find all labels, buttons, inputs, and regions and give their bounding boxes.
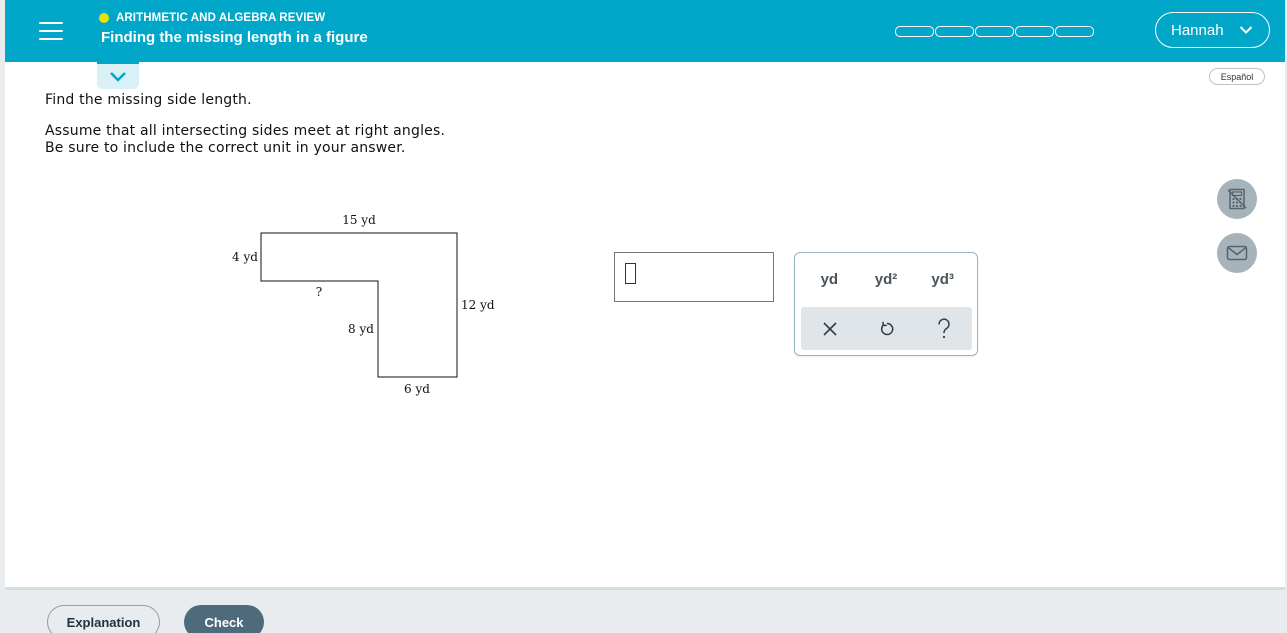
chevron-down-icon (110, 72, 126, 82)
menu-icon-line (39, 22, 63, 24)
label-right-side: 12 yd (461, 298, 495, 312)
label-top-side: 15 yd (342, 213, 376, 227)
chevron-down-icon (1239, 26, 1253, 34)
answer-input[interactable] (614, 252, 774, 302)
message-button[interactable] (1217, 233, 1257, 273)
instructions: Find the missing side length. Assume tha… (45, 92, 445, 157)
calculator-button[interactable] (1217, 179, 1257, 219)
label-left-side: 4 yd (232, 250, 258, 264)
mail-icon (1226, 245, 1248, 261)
user-name: Hannah (1171, 21, 1224, 39)
progress-segment (895, 26, 934, 37)
unit-keys: yd yd² yd³ (795, 253, 977, 305)
label-inner-side: 8 yd (348, 322, 374, 336)
clear-icon (822, 321, 837, 336)
menu-icon-line (39, 38, 63, 40)
help-icon (937, 317, 950, 338)
undo-button[interactable] (867, 314, 907, 344)
unit-yd-button[interactable]: yd (804, 271, 854, 288)
progress-segment (1055, 26, 1094, 37)
explanation-button[interactable]: Explanation (47, 605, 160, 633)
top-bar: ARITHMETIC AND ALGEBRA REVIEW Finding th… (5, 0, 1285, 62)
menu-button[interactable] (27, 12, 73, 50)
language-toggle[interactable]: Español (1209, 68, 1265, 85)
topic-status-dot-icon (99, 13, 109, 23)
progress-segment (975, 26, 1014, 37)
instruction-line: Find the missing side length. (45, 92, 252, 108)
check-button[interactable]: Check (184, 605, 264, 633)
instruction-line: Be sure to include the correct unit in y… (45, 140, 406, 156)
unit-keypad: yd yd² yd³ (794, 252, 978, 356)
unit-yd3-button[interactable]: yd³ (918, 271, 968, 288)
footer-bar: Explanation Check (5, 587, 1285, 633)
clear-button[interactable] (810, 314, 850, 344)
topic-text: ARITHMETIC AND ALGEBRA REVIEW (116, 12, 326, 24)
app-frame: ARITHMETIC AND ALGEBRA REVIEW Finding th… (0, 0, 1287, 633)
progress-segment (1015, 26, 1054, 37)
user-menu-button[interactable]: Hannah (1155, 12, 1270, 48)
undo-icon (880, 321, 893, 335)
l-shape-figure: 15 yd 4 yd ? 8 yd 12 yd 6 yd (232, 213, 495, 396)
progress-bar (895, 26, 1094, 37)
input-cursor-placeholder (625, 263, 636, 284)
keypad-actions (801, 307, 972, 350)
label-bottom-side: 6 yd (404, 382, 430, 396)
lesson-title: Finding the missing length in a figure (101, 29, 368, 46)
progress-segment (935, 26, 974, 37)
question-panel: Español Find the missing side length. As… (5, 62, 1285, 587)
help-button[interactable] (924, 314, 964, 344)
unit-yd2-button[interactable]: yd² (861, 271, 911, 288)
collapse-header-button[interactable] (97, 62, 139, 89)
menu-icon-line (39, 30, 63, 32)
label-missing-side: ? (316, 285, 322, 299)
instruction-line: Assume that all intersecting sides meet … (45, 123, 446, 139)
calculator-icon (1227, 188, 1247, 210)
topic-label: ARITHMETIC AND ALGEBRA REVIEW (99, 12, 325, 24)
